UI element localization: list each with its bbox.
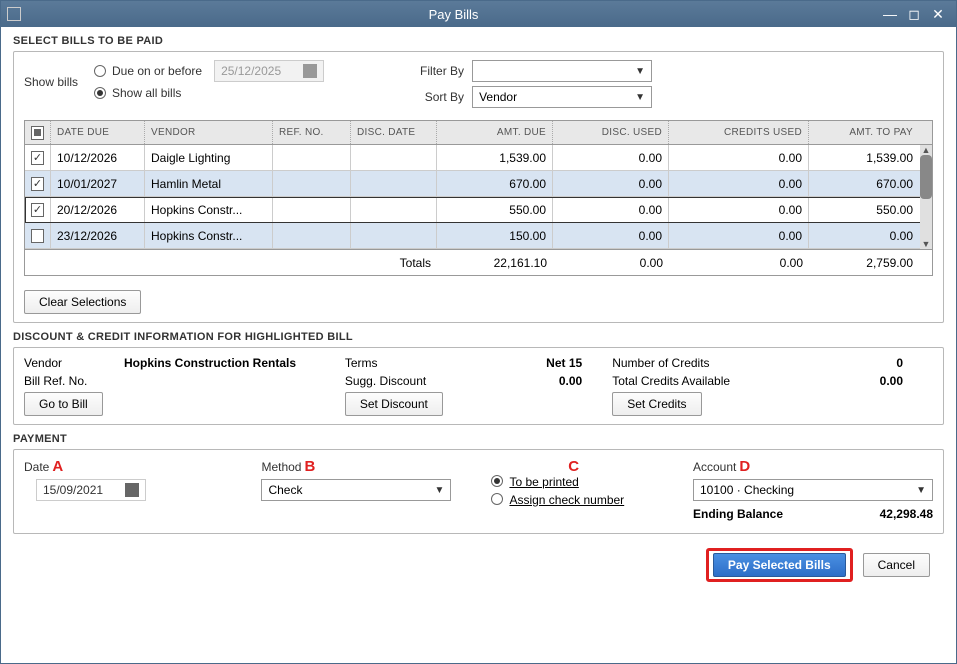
radio-to-be-printed[interactable] — [491, 475, 503, 487]
show-bills-label: Show bills — [24, 75, 94, 89]
due-date-input: 25/12/2025 — [214, 60, 324, 82]
chevron-down-icon: ▼ — [916, 485, 926, 496]
discount-credit-panel: VendorHopkins Construction Rentals Bill … — [13, 347, 944, 425]
bills-table: DATE DUE VENDOR REF. NO. DISC. DATE AMT.… — [24, 120, 933, 276]
footer: Pay Selected Bills Cancel — [13, 542, 944, 588]
annotation-c: C — [568, 458, 579, 475]
payment-header: PAYMENT — [13, 433, 944, 445]
col-date-due[interactable]: DATE DUE — [51, 121, 145, 144]
method-dropdown[interactable]: Check ▼ — [261, 479, 451, 501]
table-row[interactable]: 23/12/2026Hopkins Constr...150.000.000.0… — [25, 223, 932, 249]
go-to-bill-button[interactable]: Go to Bill — [24, 392, 103, 416]
radio-show-all[interactable] — [94, 87, 106, 99]
chevron-down-icon: ▼ — [435, 485, 445, 496]
payment-panel: DateA 15/09/2021 MethodB Check ▼ C To be — [13, 449, 944, 534]
col-vendor[interactable]: VENDOR — [145, 121, 273, 144]
ending-balance-value: 42,298.48 — [880, 507, 933, 521]
radio-assign-check[interactable] — [491, 493, 503, 505]
filter-by-dropdown[interactable]: ▼ — [472, 60, 652, 82]
maximize-button[interactable]: ◻ — [902, 6, 926, 23]
radio-due-label: Due on or before — [112, 64, 202, 78]
select-all-checkbox[interactable] — [31, 126, 44, 140]
titlebar: Pay Bills — ◻ ✕ — [1, 1, 956, 27]
sort-by-dropdown[interactable]: Vendor ▼ — [472, 86, 652, 108]
col-credits-used[interactable]: CREDITS USED — [669, 121, 809, 144]
minimize-button[interactable]: — — [878, 6, 902, 22]
discount-credit-header: DISCOUNT & CREDIT INFORMATION FOR HIGHLI… — [13, 331, 944, 343]
table-row[interactable]: 20/12/2026Hopkins Constr...550.000.000.0… — [25, 197, 932, 223]
row-checkbox[interactable] — [31, 203, 44, 217]
table-scrollbar[interactable]: ▲▼ — [920, 145, 932, 249]
table-header: DATE DUE VENDOR REF. NO. DISC. DATE AMT.… — [25, 121, 932, 145]
account-dropdown[interactable]: 10100 · Checking ▼ — [693, 479, 933, 501]
col-amt-pay[interactable]: AMT. TO PAY — [809, 121, 919, 144]
ending-balance-label: Ending Balance — [693, 507, 783, 521]
close-button[interactable]: ✕ — [926, 6, 950, 23]
row-checkbox[interactable] — [31, 229, 44, 243]
chevron-down-icon: ▼ — [635, 92, 645, 103]
radio-due-on-before[interactable] — [94, 65, 106, 77]
annotation-b: B — [304, 458, 315, 475]
window-title: Pay Bills — [29, 7, 878, 22]
select-bills-panel: Show bills Due on or before 25/12/2025 — [13, 51, 944, 323]
pay-bills-window: Pay Bills — ◻ ✕ SELECT BILLS TO BE PAID … — [0, 0, 957, 664]
payment-date-input[interactable]: 15/09/2021 — [36, 479, 146, 501]
radio-all-label: Show all bills — [112, 86, 181, 100]
set-credits-button[interactable]: Set Credits — [612, 392, 701, 416]
set-discount-button[interactable]: Set Discount — [345, 392, 443, 416]
filter-by-label: Filter By — [404, 64, 464, 78]
pay-selected-bills-button[interactable]: Pay Selected Bills — [713, 553, 846, 577]
col-amt-due[interactable]: AMT. DUE — [437, 121, 553, 144]
row-checkbox[interactable] — [31, 151, 44, 165]
calendar-icon — [303, 64, 317, 78]
chevron-down-icon: ▼ — [635, 66, 645, 77]
cancel-button[interactable]: Cancel — [863, 553, 930, 577]
row-checkbox[interactable] — [31, 177, 44, 191]
table-row[interactable]: 10/12/2026Daigle Lighting1,539.000.000.0… — [25, 145, 932, 171]
totals-row: Totals 22,161.10 0.00 0.00 2,759.00 — [25, 249, 932, 275]
select-bills-header: SELECT BILLS TO BE PAID — [13, 35, 944, 47]
table-body: 10/12/2026Daigle Lighting1,539.000.000.0… — [25, 145, 932, 249]
clear-selections-button[interactable]: Clear Selections — [24, 290, 141, 314]
window-sys-icon — [7, 7, 21, 21]
calendar-icon[interactable] — [125, 483, 139, 497]
col-disc-date[interactable]: DISC. DATE — [351, 121, 437, 144]
annotation-a: A — [52, 458, 63, 475]
annotation-d: D — [739, 458, 750, 475]
highlight-pay-button: Pay Selected Bills — [706, 548, 853, 582]
col-ref-no[interactable]: REF. NO. — [273, 121, 351, 144]
highlighted-vendor: Hopkins Construction Rentals — [124, 356, 296, 370]
table-row[interactable]: 10/01/2027Hamlin Metal670.000.000.00670.… — [25, 171, 932, 197]
sort-by-label: Sort By — [404, 90, 464, 104]
col-disc-used[interactable]: DISC. USED — [553, 121, 669, 144]
